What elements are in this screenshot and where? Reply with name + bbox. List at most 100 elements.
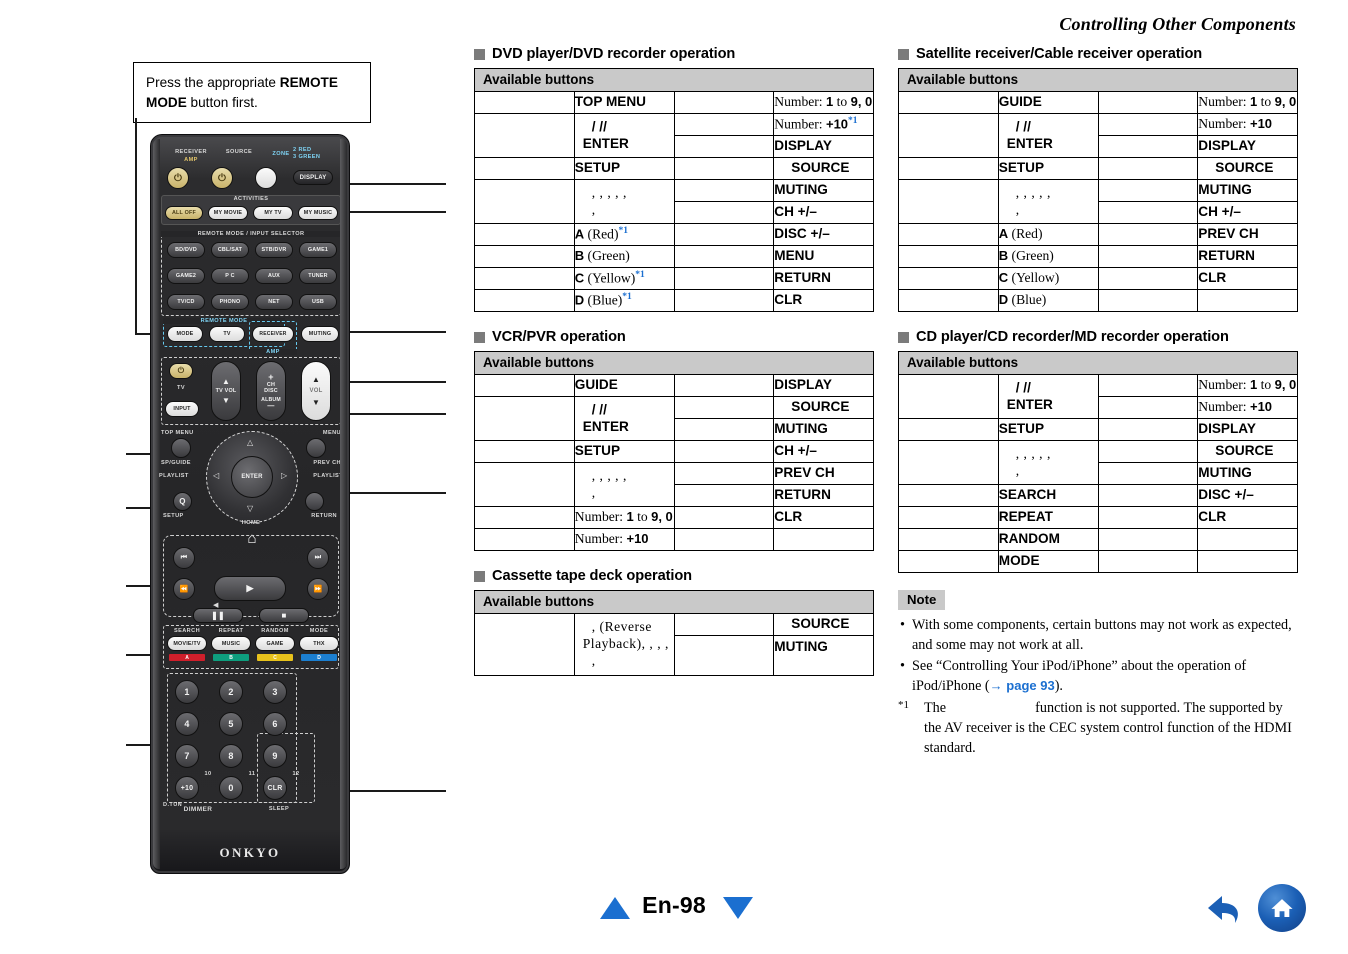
page-up-arrow-icon[interactable] bbox=[600, 897, 630, 919]
plus-ten-button[interactable]: +10 bbox=[175, 776, 199, 800]
sleep-label: SLEEP bbox=[268, 806, 290, 812]
quick-setup-button[interactable]: Q bbox=[173, 492, 192, 511]
icon-cell bbox=[474, 462, 575, 507]
master-volume-rocker[interactable]: ▲ VOL ▼ bbox=[301, 361, 331, 421]
table-cell-left: B (Green) bbox=[997, 245, 1099, 268]
table-cell-left: / //ENTER bbox=[997, 374, 1099, 419]
page-down-arrow-icon[interactable] bbox=[723, 897, 753, 919]
selector-stb-dvr-button[interactable]: STB/DVR bbox=[255, 242, 293, 258]
icon-cell bbox=[1097, 245, 1199, 268]
tv-power-button[interactable]: ⏻ bbox=[169, 363, 193, 379]
icon-cell bbox=[673, 528, 775, 551]
section-title-vcr-text: VCR/PVR operation bbox=[492, 329, 626, 345]
icon-cell bbox=[1097, 91, 1199, 114]
num-1-button[interactable]: 1 bbox=[175, 680, 199, 704]
bullet-square-icon bbox=[898, 48, 909, 60]
remote-mode-input-selector-label: REMOTE MODE / INPUT SELECTOR bbox=[161, 231, 341, 237]
icon-cell bbox=[474, 91, 575, 114]
ch-disc-album-rocker[interactable]: + CH DISC ALBUM — bbox=[256, 361, 286, 421]
selector-game1-button[interactable]: GAME1 bbox=[299, 242, 337, 258]
selector-bd-dvd-button[interactable]: BD/DVD bbox=[167, 242, 205, 258]
color-button-d[interactable]: D bbox=[301, 654, 337, 661]
receiver-mode-button[interactable]: RECEIVER bbox=[252, 326, 294, 342]
table-vcr-operation: Available buttons GUIDE DISPLAY / //ENTE… bbox=[474, 351, 874, 551]
zone-button[interactable] bbox=[255, 167, 277, 189]
table-cell-right: RETURN bbox=[1197, 245, 1298, 268]
random-label: RANDOM bbox=[261, 628, 289, 634]
selector-tuner-button[interactable]: TUNER bbox=[299, 268, 337, 284]
mode-button[interactable]: MODE bbox=[167, 326, 203, 342]
tv-volume-rocker[interactable]: ▲ TV VOL ▼ bbox=[211, 361, 241, 421]
color-button-c[interactable]: C bbox=[257, 654, 293, 661]
selector-pc-button[interactable]: P C bbox=[211, 268, 249, 284]
table-cell-left: REPEAT bbox=[997, 506, 1099, 529]
selector-cbl-sat-button[interactable]: CBL/SAT bbox=[211, 242, 249, 258]
icon-cell bbox=[898, 245, 999, 268]
icon-cell bbox=[673, 635, 775, 676]
selector-tv-cd-button[interactable]: TV/CD bbox=[167, 294, 205, 310]
footer-nav-icons bbox=[1202, 884, 1306, 932]
num-6-button[interactable]: 6 bbox=[263, 712, 287, 736]
enter-button[interactable]: ENTER bbox=[231, 456, 273, 498]
return-button[interactable] bbox=[305, 492, 324, 511]
activity-my-music-button[interactable]: MY MUSIC bbox=[298, 206, 338, 220]
menu-button[interactable] bbox=[306, 438, 326, 458]
color-button-b[interactable]: B bbox=[213, 654, 249, 661]
pause-button[interactable]: ❚❚ bbox=[193, 608, 243, 623]
clr-button[interactable]: CLR bbox=[263, 776, 287, 800]
skip-previous-button[interactable]: ⏮ bbox=[173, 547, 195, 569]
repeat-label: REPEAT bbox=[218, 628, 244, 634]
num-8-button[interactable]: 8 bbox=[219, 744, 243, 768]
icon-cell bbox=[1097, 267, 1199, 290]
muting-button[interactable]: MUTING bbox=[301, 326, 339, 342]
activity-my-tv-button[interactable]: MY TV bbox=[253, 206, 293, 220]
skip-next-button[interactable]: ⏭ bbox=[307, 547, 329, 569]
source-power-button[interactable]: ⏻ bbox=[211, 167, 233, 189]
tv-mode-button[interactable]: TV bbox=[209, 326, 245, 342]
color-button-a[interactable]: A bbox=[169, 654, 205, 661]
selector-aux-button[interactable]: AUX bbox=[255, 268, 293, 284]
icon-cell bbox=[673, 484, 775, 507]
num-2-button[interactable]: 2 bbox=[219, 680, 243, 704]
selector-phono-button[interactable]: PHONO bbox=[211, 294, 249, 310]
home-button-icon[interactable] bbox=[1258, 884, 1306, 932]
num-5-button[interactable]: 5 bbox=[219, 712, 243, 736]
icon-cell bbox=[1097, 528, 1199, 551]
receiver-power-button[interactable]: ⏻ bbox=[167, 167, 189, 189]
display-button[interactable]: DISPLAY bbox=[293, 170, 333, 185]
num-3-button[interactable]: 3 bbox=[263, 680, 287, 704]
section-title-vcr: VCR/PVR operation bbox=[474, 329, 874, 345]
remote-label-zone2: 2 RED bbox=[293, 147, 312, 153]
icon-cell bbox=[1097, 289, 1199, 312]
movie-tv-button[interactable]: MOVIE/TV bbox=[167, 636, 207, 651]
back-arrow-icon[interactable] bbox=[1202, 886, 1246, 930]
music-button[interactable]: MUSIC bbox=[211, 636, 251, 651]
color-button-b-label: B bbox=[229, 654, 233, 661]
activity-my-movie-button[interactable]: MY MOVIE bbox=[208, 206, 248, 220]
num-7-button[interactable]: 7 bbox=[175, 744, 199, 768]
selector-usb-button[interactable]: USB bbox=[299, 294, 337, 310]
thx-button[interactable]: THX bbox=[299, 636, 339, 651]
table-cell-right bbox=[1197, 289, 1298, 312]
num-9-button[interactable]: 9 bbox=[263, 744, 287, 768]
nav-down-icon: ▽ bbox=[247, 504, 254, 513]
section-title-cd-text: CD player/CD recorder/MD recorder operat… bbox=[916, 329, 1229, 345]
vol-up-icon: ▲ bbox=[311, 375, 321, 384]
play-button[interactable]: ▶ bbox=[214, 576, 286, 601]
fast-forward-button[interactable]: ⏩ bbox=[307, 578, 329, 600]
page-93-link[interactable]: → page 93 bbox=[990, 678, 1055, 693]
game-button[interactable]: GAME bbox=[255, 636, 295, 651]
top-menu-button[interactable] bbox=[171, 438, 191, 458]
num-0-button[interactable]: 0 bbox=[219, 776, 243, 800]
selector-net-button[interactable]: NET bbox=[255, 294, 293, 310]
tv-input-button[interactable]: INPUT bbox=[165, 401, 199, 417]
table-cell-left: GUIDE bbox=[573, 374, 675, 397]
table-cell-right: PREV CH bbox=[773, 462, 874, 485]
rewind-button[interactable]: ⏪ bbox=[173, 578, 195, 600]
icon-cell bbox=[673, 179, 775, 202]
activity-all-off-button[interactable]: ALL OFF bbox=[165, 206, 203, 220]
num-4-button[interactable]: 4 bbox=[175, 712, 199, 736]
table-cell-left: C (Yellow) bbox=[997, 267, 1099, 290]
selector-game2-button[interactable]: GAME2 bbox=[167, 268, 205, 284]
stop-button[interactable]: ■ bbox=[259, 608, 309, 623]
